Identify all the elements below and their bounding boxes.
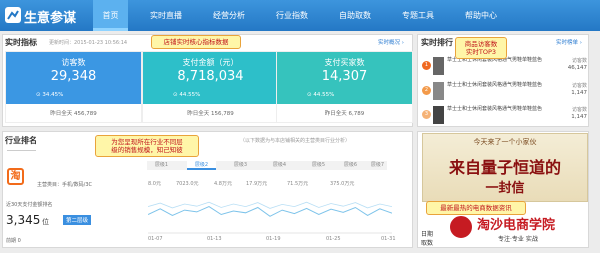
realtime-title: 实时指标 [5,38,37,47]
product-name: 草士士和士休闲套装风格通气男鞋单鞋蓝色 [447,106,543,112]
payment-card-header: 支付金额（元） 8,718,034 ⊙ 44.55% [143,52,278,104]
shop-name-placeholder [7,150,36,151]
tier-scale: 71.5万元 [287,181,309,187]
buyers-yesterday: 昨日全天 6,789 [324,111,365,117]
visitors-yesterday: 昨日全天 456,789 [50,111,97,117]
buyers-card[interactable]: 支付买家数 14,307 ⊙ 44.55% 昨日全天 6,789 [276,51,413,123]
rank-number: 2 [422,86,431,95]
industry-hint: （以下数据为与本店铺相关的主营类目行业分析） [240,138,351,144]
annotation-note: 商品访客数 实时TOP3 [455,37,507,59]
tier-scale: 17.9万元 [246,181,268,187]
tier-scale: 8.0元 [148,181,161,187]
annotation-note: 店铺实时核心指标数据 [151,35,241,49]
visitors-change: ⊙ 34.45% [36,92,64,98]
payment-yesterday: 昨日全天 156,789 [187,111,234,117]
buyers-card-header: 支付买家数 14,307 ⊙ 44.55% [277,52,412,104]
newsletter-banner[interactable]: 今天来了一个小家伙 来自量子恒道的 一封信 [422,133,588,202]
payment-value: 8,718,034 [177,69,244,84]
tab-tier-1[interactable]: 层级1 [147,161,176,170]
rank-value: 1,147 [571,114,587,120]
tier-scale: 4.8万元 [214,181,232,187]
industry-trend-chart [148,201,392,234]
rank-item[interactable]: 2 草士士和士休闲套装风格通气男鞋单鞋蓝色 访客数 1,147 [422,80,587,105]
rank-item[interactable]: 3 草士士和士休闲套装风格通气男鞋单鞋蓝色 访客数 1,147 [422,104,587,129]
buyers-label: 支付买家数 [324,58,365,67]
visitors-card-header: 访客数 29,348 ⊙ 34.45% [6,52,141,104]
industry-title: 行业排名 [5,136,37,145]
payment-change: ⊙ 44.55% [173,92,201,98]
bottom-label-fetch: 取数 [421,240,434,247]
tier-scale: 7023.0元 [176,181,199,187]
nav-item-home[interactable]: 首页 [93,0,128,31]
tab-tier-5[interactable]: 层级5 [304,161,333,170]
rank-number: 3 [422,110,431,119]
tab-tier-7[interactable]: 层级7 [363,161,392,170]
rank-value: 46,147 [567,65,587,71]
rank-value-big: 3,345 [6,213,41,227]
nav-item-analysis[interactable]: 经营分析 [213,10,245,21]
product-thumbnail [433,57,444,75]
nav-item-help[interactable]: 帮助中心 [465,10,497,21]
rank-label: 近30天支付金额排名 [6,202,53,208]
watermark-title: 淘沙电商学院 [477,218,556,233]
tab-tier-3[interactable]: 层级3 [226,161,255,170]
watermark-logo-icon [448,214,474,240]
product-thumbnail [433,106,444,124]
tab-tier-4[interactable]: 层级4 [265,161,294,170]
rank-list-link[interactable]: 实时榜单 › [556,38,582,46]
top-nav-bar: 生意参谋 首页 实时直播 经营分析 行业指数 自助取数 专题工具 帮助中心 [0,0,600,31]
product-name: 草士士和士休闲套装风格通气男鞋单鞋蓝色 [447,82,543,88]
x-tick: 01-07 [148,236,163,242]
realtime-overview-link[interactable]: 实时概况 › [378,38,404,46]
rank-unit-label: 位 [42,218,49,226]
visitors-value: 29,348 [50,69,97,84]
logo-icon [5,7,21,23]
buyers-value: 14,307 [321,69,368,84]
rank-title: 实时排行 [421,38,453,47]
payment-amount-card[interactable]: 支付金额（元） 8,718,034 ⊙ 44.55% 昨日全天 156,789 [142,51,279,123]
payment-label: 支付金额（元） [182,58,239,67]
rank-value: 1,147 [571,90,587,96]
rank-unit: 访客数 [571,83,587,89]
annotation-note: 最新最热的电商数据资讯 [426,201,526,215]
bottom-label-date: 日期 [421,231,434,238]
banner-subline: 一封信 [485,181,525,196]
banner-headline: 来自量子恒道的 [448,158,561,177]
x-tick: 01-25 [326,236,341,242]
tab-tier-2[interactable]: 层级2 [187,161,216,170]
tier-scale: 375.0万元 [330,181,355,187]
taobao-shop-icon: 淘 [7,168,24,185]
prev-period: 前期 0 [6,238,21,244]
buyers-change: ⊙ 44.55% [307,92,335,98]
nav-active-indicator [93,28,128,31]
brand-title: 生意参谋 [24,11,77,26]
nav-item-industry[interactable]: 行业指数 [276,10,308,21]
rank-unit: 访客数 [571,107,587,113]
nav-item-data[interactable]: 自助取数 [339,10,371,21]
watermark-subtitle: 专注·专业 实战 [498,236,538,243]
rank-number: 1 [422,61,431,70]
nav-item-tools[interactable]: 专题工具 [402,10,434,21]
main-category: 主营类目：手机/数码/3C [37,182,93,188]
annotation-note: 为您呈现所在行业不同层 级的销售规模，知己知彼 [95,135,199,157]
tier-badge[interactable]: 第二层级 [63,215,92,225]
banner-top-text: 今天来了一个小家伙 [473,138,537,146]
visitors-card[interactable]: 访客数 29,348 ⊙ 34.45% 昨日全天 456,789 [5,51,142,123]
update-time: 更新时间：2015-01-23 10:56:14 [49,40,128,46]
visitors-label: 访客数 [61,58,86,67]
tab-tier-6[interactable]: 层级6 [336,161,365,170]
product-thumbnail [433,82,444,100]
rank-unit: 访客数 [571,58,587,64]
nav-item-live[interactable]: 实时直播 [150,10,182,21]
x-tick: 01-19 [266,236,281,242]
x-tick: 01-13 [207,236,222,242]
x-tick: 01-31 [381,236,396,242]
